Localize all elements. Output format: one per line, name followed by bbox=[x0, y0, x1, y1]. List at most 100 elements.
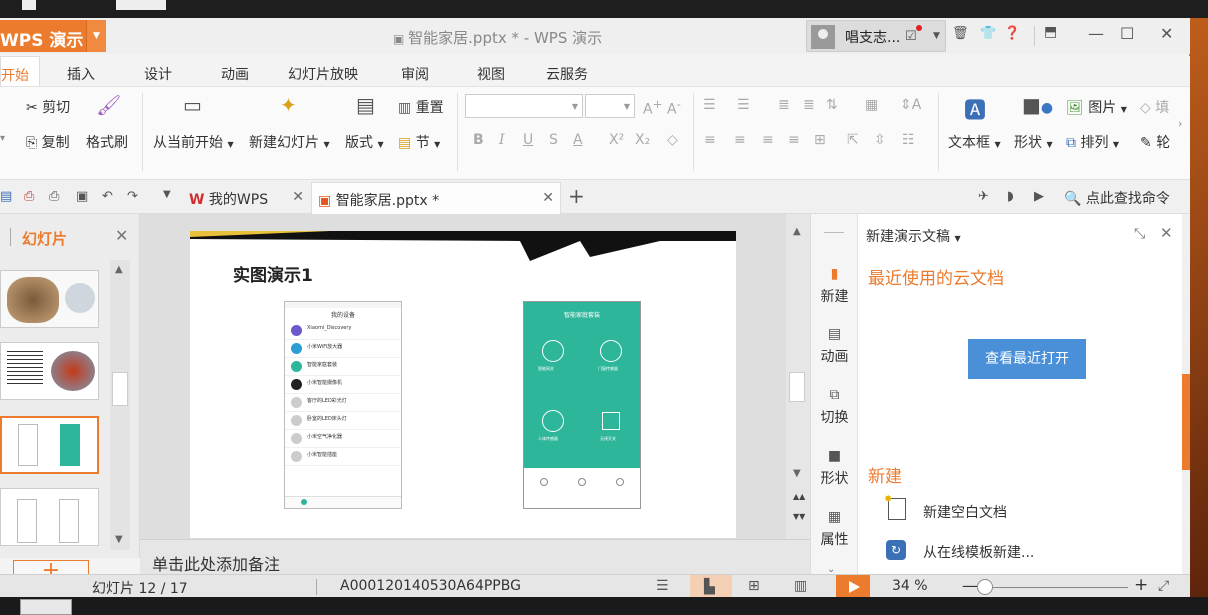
scroll-thumb[interactable] bbox=[789, 372, 805, 402]
canvas-scrollbar[interactable]: ▲ ▼ ▲▲ ▼▼ bbox=[786, 214, 810, 558]
superscript-icon[interactable]: X² bbox=[609, 132, 624, 148]
section-button[interactable]: ▤ 节 ▼ bbox=[398, 132, 440, 152]
paste-dropdown[interactable]: ▾ bbox=[0, 133, 5, 144]
italic-icon[interactable]: I bbox=[499, 132, 505, 148]
slide-thumbnail[interactable] bbox=[0, 342, 99, 400]
bullet-list-icon[interactable]: ☰ bbox=[703, 97, 716, 113]
font-color-icon[interactable]: A bbox=[573, 132, 583, 148]
new-blank-link[interactable]: 新建空白文档 bbox=[923, 502, 1007, 522]
align-text-icon[interactable]: ⇱ bbox=[847, 132, 859, 148]
slide-thumbnail[interactable] bbox=[0, 270, 99, 328]
notification-icon[interactable]: ☑ bbox=[905, 29, 917, 44]
sidebar-item-properties[interactable]: ▦ 属性 bbox=[811, 509, 858, 549]
print-icon[interactable]: ⎙ bbox=[49, 189, 59, 204]
zoom-slider-knob[interactable] bbox=[977, 579, 993, 595]
tab-animation[interactable]: 动画 bbox=[221, 64, 249, 84]
picture-button[interactable]: 🖼 图片 ▼ bbox=[1066, 97, 1127, 117]
close-icon[interactable]: ✕ bbox=[292, 189, 304, 205]
redo-icon[interactable]: ↷ bbox=[127, 189, 138, 204]
slides-tab[interactable]: 幻灯片 bbox=[22, 228, 67, 249]
format-painter-button[interactable]: 格式刷 bbox=[86, 132, 128, 152]
increase-indent-icon[interactable]: ≣ bbox=[803, 97, 815, 113]
chevron-down-icon[interactable]: ▼ bbox=[933, 31, 940, 41]
app-logo-button[interactable]: WPS 演示 ▼ bbox=[0, 20, 106, 52]
format-painter-icon-button[interactable]: 🖌 bbox=[96, 93, 121, 117]
zoom-slider[interactable] bbox=[980, 587, 1128, 588]
ribbon-scroll-right-icon[interactable]: › bbox=[1178, 117, 1182, 130]
layout-button[interactable]: 版式 ▼ bbox=[345, 132, 384, 152]
align-center-icon[interactable]: ≡ bbox=[734, 132, 746, 148]
arrange-button[interactable]: ⧉ 排列 ▼ bbox=[1066, 132, 1119, 152]
notes-pane[interactable]: 单击此处添加备注 bbox=[140, 539, 810, 579]
sorter-view-icon[interactable]: ⊞ bbox=[748, 578, 760, 594]
distribute-icon[interactable]: ⊞ bbox=[814, 132, 826, 148]
online-template-icon[interactable]: ↻ bbox=[886, 540, 906, 560]
scroll-up-icon[interactable]: ▲ bbox=[115, 264, 123, 275]
pane-collapse-tab[interactable] bbox=[1182, 374, 1190, 470]
zoom-out-icon[interactable]: — bbox=[962, 576, 978, 595]
help-icon[interactable]: ❓ bbox=[1004, 26, 1020, 41]
tab-document[interactable]: ▣ 智能家居.pptx * ✕ bbox=[311, 182, 561, 214]
view-recent-button[interactable]: 查看最近打开 bbox=[968, 339, 1086, 379]
new-tab-plus-icon[interactable]: + bbox=[568, 184, 585, 208]
clear-format-icon[interactable]: ◇ bbox=[667, 132, 678, 148]
notes-toggle-icon[interactable]: ☰ bbox=[656, 578, 669, 594]
pane-header-dropdown[interactable]: 新建演示文稿 ▼ bbox=[866, 226, 961, 246]
outline-button[interactable]: ✎ 轮 bbox=[1140, 132, 1170, 152]
thumbnail-scrollbar[interactable]: ▲ ▼ bbox=[110, 260, 130, 550]
shape-icon[interactable]: ■● bbox=[1022, 93, 1053, 117]
command-search[interactable]: 🔍 点此查找命令 bbox=[1064, 188, 1170, 208]
scroll-down-icon[interactable]: ▼ bbox=[115, 534, 123, 545]
textbox-icon[interactable]: 🅰 bbox=[964, 93, 986, 125]
pin-icon[interactable]: ⤡ bbox=[1134, 226, 1145, 242]
online-template-link[interactable]: 从在线模板新建... bbox=[923, 542, 1034, 562]
tab-review[interactable]: 审阅 bbox=[401, 64, 429, 84]
increase-font-icon[interactable]: A+ bbox=[643, 97, 662, 118]
sidebar-item-new[interactable]: ▮ 新建 bbox=[811, 266, 858, 306]
tab-cloud[interactable]: 云服务 bbox=[546, 64, 588, 84]
sidebar-item-transition[interactable]: ⧉ 切换 bbox=[811, 387, 858, 427]
print-preview-icon[interactable]: ▣ bbox=[76, 189, 88, 204]
subscript-icon[interactable]: X₂ bbox=[635, 132, 650, 148]
taskbar-thumbnail[interactable] bbox=[20, 599, 72, 615]
slide-thumbnail[interactable] bbox=[0, 488, 99, 546]
play-from-current-icon[interactable]: ▭ bbox=[183, 93, 202, 117]
smart-art-icon[interactable]: ☷ bbox=[902, 132, 915, 148]
trash-icon[interactable]: 🗑 bbox=[952, 26, 969, 41]
close-icon[interactable]: ✕ bbox=[542, 190, 554, 206]
normal-view-button[interactable]: ▙ bbox=[690, 575, 732, 599]
shadow-icon[interactable]: S bbox=[549, 132, 558, 148]
tab-insert[interactable]: 插入 bbox=[67, 64, 95, 84]
zoom-level[interactable]: 34 % bbox=[892, 578, 928, 594]
spacing-icon[interactable]: ⇳ bbox=[874, 132, 886, 148]
pdf-icon[interactable]: ⎙ bbox=[24, 189, 34, 204]
close-icon[interactable]: ✕ bbox=[1160, 224, 1173, 242]
next-slide-icon[interactable]: ▼▼ bbox=[793, 512, 805, 521]
sidebar-item-animation[interactable]: ▤ 动画 bbox=[811, 326, 858, 366]
tab-slideshow[interactable]: 幻灯片放映 bbox=[288, 64, 358, 84]
tab-design[interactable]: 设计 bbox=[144, 64, 172, 84]
textbox-button[interactable]: 文本框 ▼ bbox=[948, 132, 1001, 152]
restore-ribbon-icon[interactable]: ⬒ bbox=[1044, 24, 1057, 40]
copy-button[interactable]: ⎘ 复制 bbox=[26, 132, 70, 152]
decrease-indent-icon[interactable]: ≣ bbox=[778, 97, 790, 113]
fit-window-icon[interactable]: ⤢ bbox=[1158, 578, 1169, 594]
scroll-thumb[interactable] bbox=[112, 372, 128, 406]
chevron-down-icon[interactable]: ▼ bbox=[163, 189, 171, 200]
tab-view[interactable]: 视图 bbox=[477, 64, 505, 84]
tab-my-wps[interactable]: W 我的WPS ✕ bbox=[185, 182, 310, 214]
fill-button[interactable]: ◇ 填 bbox=[1140, 97, 1169, 117]
maximize-button[interactable]: ☐ bbox=[1120, 24, 1134, 43]
cut-button[interactable]: ✂ 剪切 bbox=[26, 97, 70, 117]
slide-thumbnail-selected[interactable] bbox=[0, 416, 99, 474]
shape-button[interactable]: 形状 ▼ bbox=[1014, 132, 1053, 152]
tool3-icon[interactable]: ▶ bbox=[1034, 189, 1044, 204]
close-button[interactable]: ✕ bbox=[1160, 24, 1173, 43]
justify-icon[interactable]: ≡ bbox=[788, 132, 800, 148]
tool2-icon[interactable]: ◗ bbox=[1007, 189, 1014, 204]
scroll-down-icon[interactable]: ▼ bbox=[793, 468, 801, 479]
reset-button[interactable]: ▥ 重置 bbox=[398, 97, 444, 117]
close-icon[interactable]: ✕ bbox=[115, 226, 128, 245]
scroll-up-icon[interactable]: ▲ bbox=[793, 226, 801, 237]
align-left-icon[interactable]: ≡ bbox=[704, 132, 716, 148]
